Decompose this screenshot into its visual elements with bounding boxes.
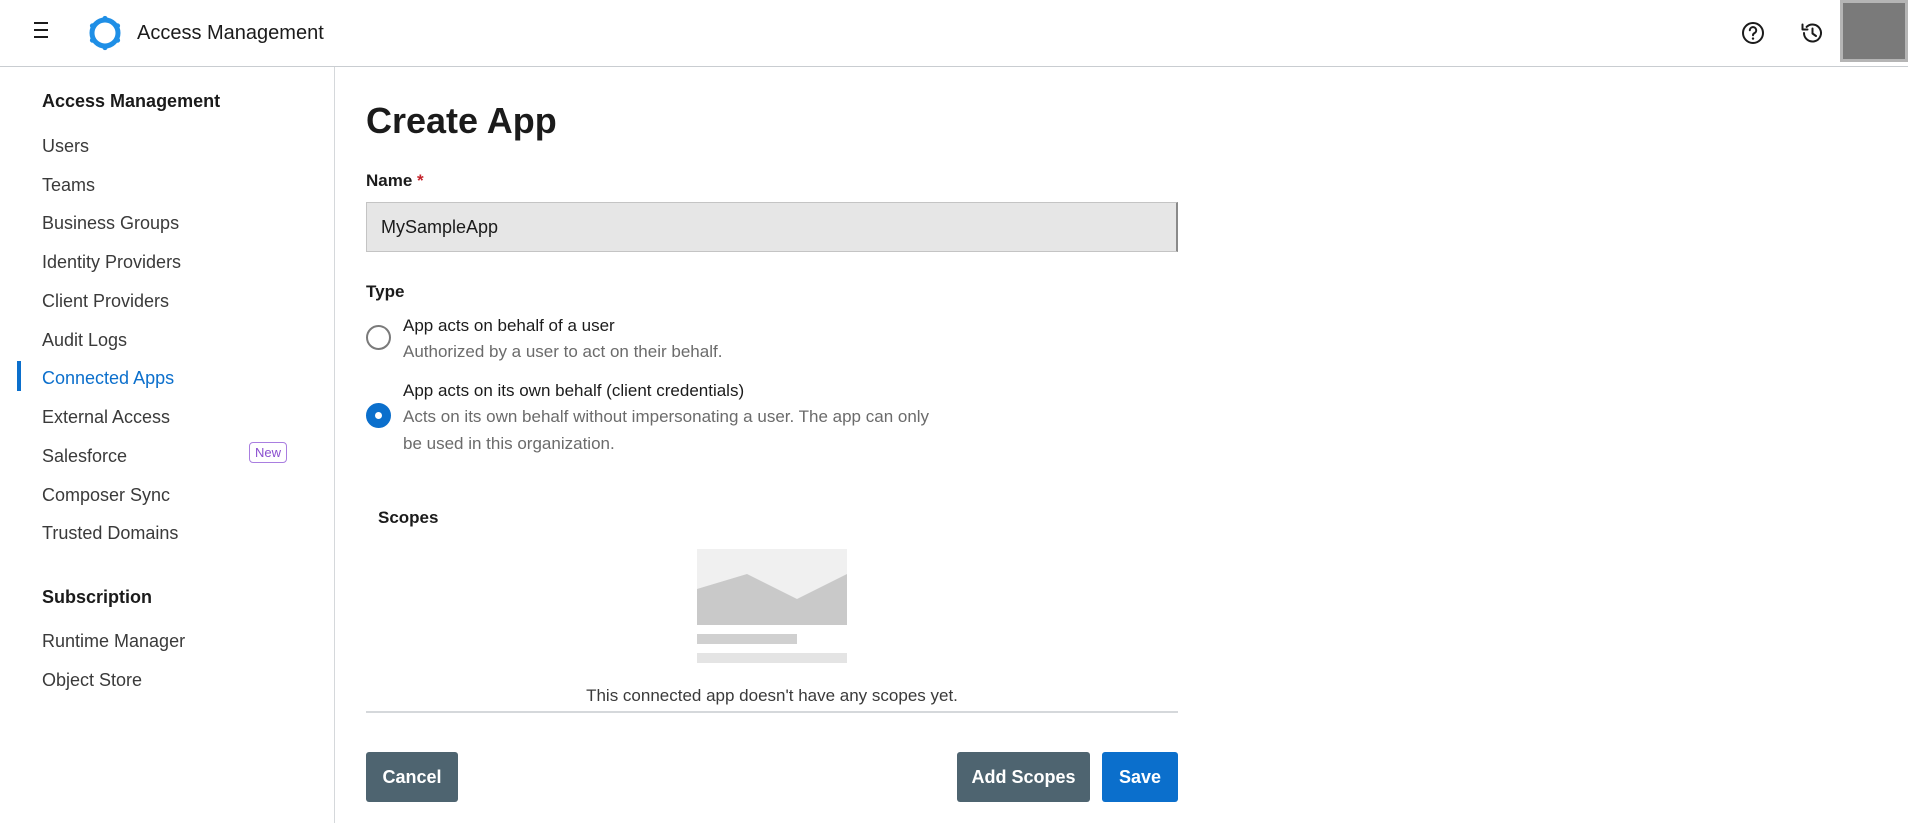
name-label: Name *: [366, 171, 424, 191]
sidebar: Access Management Users Teams Business G…: [0, 67, 335, 823]
sidebar-item-teams[interactable]: Teams: [42, 175, 95, 196]
sidebar-item-runtime-manager[interactable]: Runtime Manager: [42, 631, 185, 652]
save-button[interactable]: Save: [1102, 752, 1178, 802]
option-on-behalf-of-user-title: App acts on behalf of a user: [403, 316, 615, 335]
sidebar-item-identity-providers[interactable]: Identity Providers: [42, 252, 181, 273]
sidebar-item-connected-apps[interactable]: Connected Apps: [42, 368, 174, 389]
cancel-button[interactable]: Cancel: [366, 752, 458, 802]
radio-on-behalf-of-user[interactable]: [366, 325, 391, 350]
sidebar-item-business-groups[interactable]: Business Groups: [42, 213, 179, 234]
page-title: Create App: [366, 100, 557, 141]
required-mark: *: [417, 171, 424, 190]
option-client-credentials-description-line1: Acts on its own behalf without impersona…: [403, 407, 930, 426]
option-client-credentials-description-line2: be used in this organization.: [403, 434, 615, 453]
type-label: Type: [366, 282, 405, 301]
name-label-text: Name: [366, 171, 413, 190]
sidebar-item-users[interactable]: Users: [42, 136, 89, 157]
empty-state-illustration-icon: [697, 549, 847, 663]
scopes-empty-text: This connected app doesn't have any scop…: [586, 686, 958, 705]
history-clock-icon[interactable]: [1799, 20, 1825, 46]
sidebar-item-external-access[interactable]: External Access: [42, 407, 170, 428]
option-client-credentials-title: App acts on its own behalf (client crede…: [403, 381, 745, 400]
name-input[interactable]: [366, 202, 1178, 252]
sidebar-item-trusted-domains[interactable]: Trusted Domains: [42, 523, 178, 544]
sidebar-item-composer-sync[interactable]: Composer Sync: [42, 485, 170, 506]
hamburger-menu-icon[interactable]: [30, 18, 54, 42]
sidebar-heading-access-management: Access Management: [42, 91, 221, 111]
radio-client-credentials[interactable]: [366, 403, 391, 428]
sidebar-item-client-providers[interactable]: Client Providers: [42, 291, 169, 312]
option-on-behalf-of-user-description: Authorized by a user to act on their beh…: [403, 342, 723, 361]
divider: [366, 711, 1178, 713]
top-bar: Access Management: [0, 0, 1908, 67]
scopes-label: Scopes: [378, 508, 439, 527]
ring-logo-icon: [89, 15, 121, 51]
active-indicator: [17, 361, 21, 391]
sidebar-item-audit-logs[interactable]: Audit Logs: [42, 330, 127, 351]
app-title: Access Management: [137, 22, 324, 44]
avatar[interactable]: [1840, 0, 1908, 62]
sidebar-item-salesforce[interactable]: Salesforce: [42, 446, 127, 467]
new-badge: New: [249, 442, 288, 463]
add-scopes-button[interactable]: Add Scopes: [957, 752, 1090, 802]
sidebar-item-object-store[interactable]: Object Store: [42, 670, 142, 691]
help-circle-icon[interactable]: [1740, 20, 1766, 46]
sidebar-heading-subscription: Subscription: [42, 587, 153, 607]
